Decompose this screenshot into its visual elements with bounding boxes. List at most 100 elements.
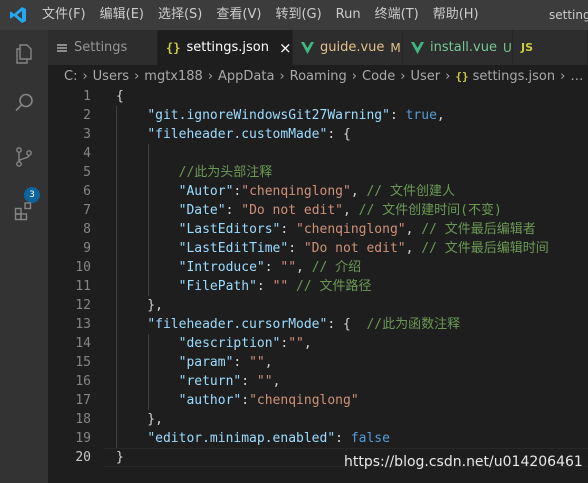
menu-item[interactable]: 文件(F) xyxy=(35,0,93,30)
tab-install-vue[interactable]: install.vue U xyxy=(403,30,513,65)
line-number: 17 xyxy=(75,393,91,408)
menu-item[interactable]: 帮助(H) xyxy=(426,0,486,30)
tab-guide-vue[interactable]: guide.vue M xyxy=(293,30,403,65)
code-line: 1{ xyxy=(48,87,588,106)
title-bar: 文件(F) 编辑(E) 选择(S) 查看(V) 转到(G) Run 终端(T) 帮助(H) s… xyxy=(0,0,588,30)
token-pun: , xyxy=(436,108,445,123)
code-line: 13 "fileheader.cursorMode": { //此为函数注释 xyxy=(48,315,588,334)
indent-guide xyxy=(148,144,149,296)
explorer-icon[interactable] xyxy=(8,38,40,70)
code-line: 11 "FilePath": "" // 文件路径 xyxy=(48,277,588,296)
code-text: "editor.minimap.enabled": false xyxy=(116,429,390,448)
line-number: 1 xyxy=(83,89,91,104)
close-tab-button[interactable]: × xyxy=(279,39,292,57)
code-line: 12 }, xyxy=(48,296,588,315)
search-icon[interactable] xyxy=(8,87,40,119)
breadcrumb-item[interactable]: Users xyxy=(93,69,129,84)
source-control-icon[interactable] xyxy=(8,141,40,173)
code-editor[interactable]: 1{2 "git.ignoreWindowsGit27Warning": tru… xyxy=(48,87,588,483)
menu-item[interactable]: 查看(V) xyxy=(209,0,268,30)
token-pun: : xyxy=(233,355,250,370)
breadcrumb-item[interactable]: AppData xyxy=(218,69,274,84)
token-key: "Introduce" xyxy=(178,260,265,275)
json-file-icon: {} xyxy=(455,69,469,83)
token-str: "" xyxy=(288,336,304,351)
token-key: "Date" xyxy=(178,203,226,218)
code-line: 14 "description":"", xyxy=(48,334,588,353)
code-text: "Introduce": "", // 介绍 xyxy=(116,258,362,277)
code-text: "git.ignoreWindowsGit27Warning": true, xyxy=(116,106,445,125)
tab-status-badge: U xyxy=(502,40,512,55)
breadcrumb-file[interactable]: settings.json xyxy=(473,69,556,84)
menu-item[interactable]: 编辑(E) xyxy=(93,0,151,30)
token-cmt: // 介绍 xyxy=(311,260,362,275)
breadcrumb: C: › Users › mgtx188 › AppData › Roaming › Code › Us… xyxy=(48,65,588,87)
code-text: "Date": "Do not edit", // 文件创建时间(不变) xyxy=(116,201,502,220)
token-str: "" xyxy=(256,374,273,389)
line-number: 18 xyxy=(75,412,91,427)
token-cmt: //此为函数注释 xyxy=(366,317,461,332)
token-pun: , xyxy=(264,355,273,370)
breadcrumb-item[interactable]: Roaming xyxy=(290,69,347,84)
breadcrumb-item[interactable]: Code xyxy=(362,69,395,84)
line-number: 3 xyxy=(83,127,91,142)
code-text: } xyxy=(116,448,124,467)
code-line: 4 xyxy=(48,144,588,163)
line-number: 6 xyxy=(83,184,91,199)
line-number: 5 xyxy=(83,165,91,180)
menu-item[interactable]: Run xyxy=(329,0,368,30)
code-line: 3 "fileheader.customMade": { xyxy=(48,125,588,144)
token-pun: , xyxy=(303,336,312,351)
breadcrumb-item[interactable]: C: xyxy=(64,69,77,84)
breadcrumb-ellipsis[interactable]: … xyxy=(570,69,583,84)
breadcrumb-item[interactable]: User xyxy=(410,69,440,84)
code-text: }, xyxy=(116,296,163,315)
token-key: "description" xyxy=(178,336,281,351)
code-line: 10 "Introduce": "", // 介绍 xyxy=(48,258,588,277)
token-pun xyxy=(288,279,296,294)
token-pun: : xyxy=(256,279,273,294)
token-kw: false xyxy=(350,431,390,446)
chevron-right-icon: › xyxy=(279,68,285,84)
token-key: "LastEditTime" xyxy=(178,241,289,256)
tab-settings[interactable]: Settings xyxy=(48,30,158,65)
token-pun: { xyxy=(116,89,124,104)
js-icon: JS xyxy=(521,41,534,54)
menu-item[interactable]: 选择(S) xyxy=(151,0,209,30)
code-text: "LastEditors": "chenqinglong", // 文件最后编辑… xyxy=(116,220,536,239)
tab-label: settings.json xyxy=(186,40,270,55)
extensions-icon[interactable] xyxy=(8,195,40,227)
code-text: "return": "", xyxy=(116,372,281,391)
line-number: 4 xyxy=(83,146,91,161)
token-pun xyxy=(116,317,147,332)
activity-bar: 3 xyxy=(0,30,48,483)
code-text: "description":"", xyxy=(116,334,312,353)
tab-settings-json[interactable]: {} settings.json × xyxy=(158,30,293,65)
token-key: "FilePath" xyxy=(178,279,257,294)
tab-js[interactable]: JS xyxy=(513,30,588,65)
token-pun: : xyxy=(241,393,250,408)
token-pun: , xyxy=(350,184,367,199)
chevron-right-icon: › xyxy=(560,68,566,84)
token-cmt: // 文件最后编辑者 xyxy=(421,222,536,237)
code-line: 15 "param": "", xyxy=(48,353,588,372)
token-pun: : { xyxy=(327,127,351,142)
token-str: "Do not edit" xyxy=(303,241,406,256)
breadcrumb-item[interactable]: mgtx188 xyxy=(144,69,203,84)
code-text: "fileheader.customMade": { xyxy=(116,125,351,144)
code-text: "author":"chenqinglong" xyxy=(116,391,359,410)
indent-guide xyxy=(148,334,149,410)
code-text: "Autor":"chenqinglong", // 文件创建人 xyxy=(116,182,455,201)
tab-label: install.vue xyxy=(430,40,497,55)
code-line: 7 "Date": "Do not edit", // 文件创建时间(不变) xyxy=(48,201,588,220)
menu-bar: 文件(F) 编辑(E) 选择(S) 查看(V) 转到(G) Run 终端(T) 帮助(H) xyxy=(35,0,486,30)
code-line: 19 "editor.minimap.enabled": false xyxy=(48,429,588,448)
menu-item[interactable]: 终端(T) xyxy=(368,0,426,30)
token-str: "" xyxy=(272,279,289,294)
code-line: 6 "Autor":"chenqinglong", // 文件创建人 xyxy=(48,182,588,201)
menu-item[interactable]: 转到(G) xyxy=(268,0,328,30)
token-key: "fileheader.cursorMode" xyxy=(147,317,328,332)
token-pun xyxy=(116,108,147,123)
token-key: "fileheader.customMade" xyxy=(147,127,328,142)
token-key: "author" xyxy=(178,393,242,408)
